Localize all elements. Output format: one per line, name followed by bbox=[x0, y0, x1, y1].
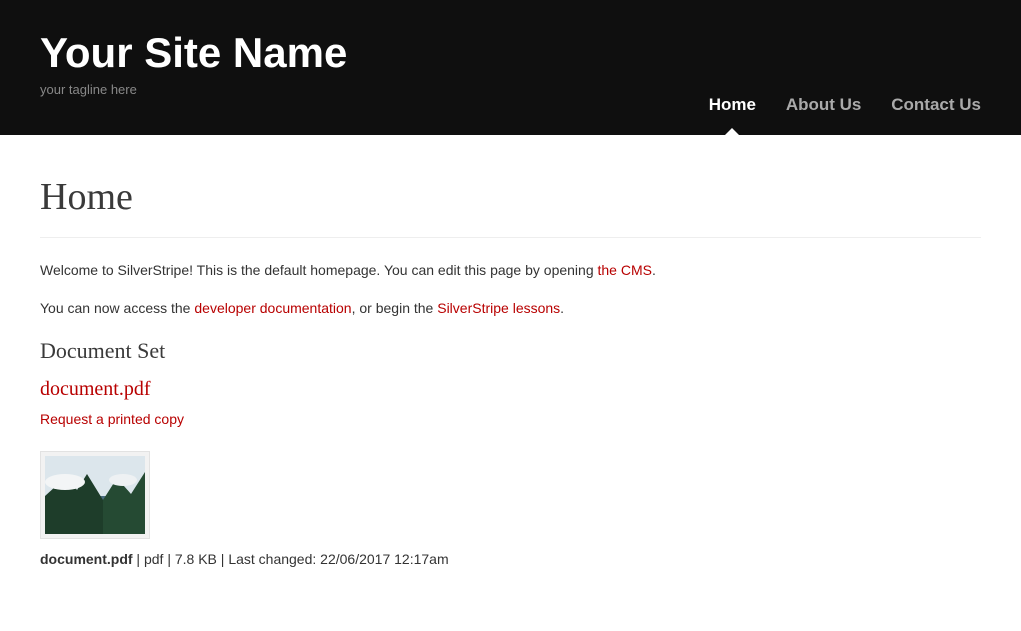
document-meta-type: pdf bbox=[144, 551, 163, 567]
nav-home[interactable]: Home bbox=[709, 95, 756, 115]
document-thumbnail-frame bbox=[40, 451, 150, 539]
intro-text-before: Welcome to SilverStripe! This is the def… bbox=[40, 262, 598, 278]
nav-contact-us[interactable]: Contact Us bbox=[891, 95, 981, 115]
para2-prefix: You can now access the bbox=[40, 300, 194, 316]
request-printed-copy-link[interactable]: Request a printed copy bbox=[40, 411, 184, 427]
site-header: Your Site Name your tagline here Home Ab… bbox=[0, 0, 1021, 135]
document-meta-name: document.pdf bbox=[40, 551, 133, 567]
document-meta-size: 7.8 KB bbox=[175, 551, 217, 567]
link-the-cms[interactable]: the CMS bbox=[598, 262, 652, 278]
document-thumbnail-image bbox=[45, 456, 145, 534]
document-set-heading: Document Set bbox=[40, 338, 981, 364]
document-meta-sep3: | bbox=[217, 551, 228, 567]
para2-mid: , or begin the bbox=[352, 300, 438, 316]
document-meta-sep1: | bbox=[133, 551, 144, 567]
document-meta-changed-label: Last changed: bbox=[228, 551, 320, 567]
second-paragraph: You can now access the developer documen… bbox=[40, 300, 981, 316]
para2-suffix: . bbox=[560, 300, 564, 316]
document-meta-sep2: | bbox=[163, 551, 174, 567]
document-title-link[interactable]: document.pdf bbox=[40, 378, 981, 401]
link-silverstripe-lessons[interactable]: SilverStripe lessons bbox=[437, 300, 560, 316]
intro-text-after: . bbox=[652, 262, 656, 278]
document-meta: document.pdf | pdf | 7.8 KB | Last chang… bbox=[40, 551, 981, 567]
document-meta-changed-value: 22/06/2017 12:17am bbox=[320, 551, 448, 567]
intro-paragraph: Welcome to SilverStripe! This is the def… bbox=[40, 262, 981, 278]
site-title: Your Site Name bbox=[40, 30, 981, 76]
page-content: Home Welcome to SilverStripe! This is th… bbox=[0, 135, 1021, 607]
link-developer-documentation[interactable]: developer documentation bbox=[194, 300, 351, 316]
nav-about-us[interactable]: About Us bbox=[786, 95, 862, 115]
primary-nav: Home About Us Contact Us bbox=[683, 95, 981, 115]
page-title: Home bbox=[40, 175, 981, 238]
